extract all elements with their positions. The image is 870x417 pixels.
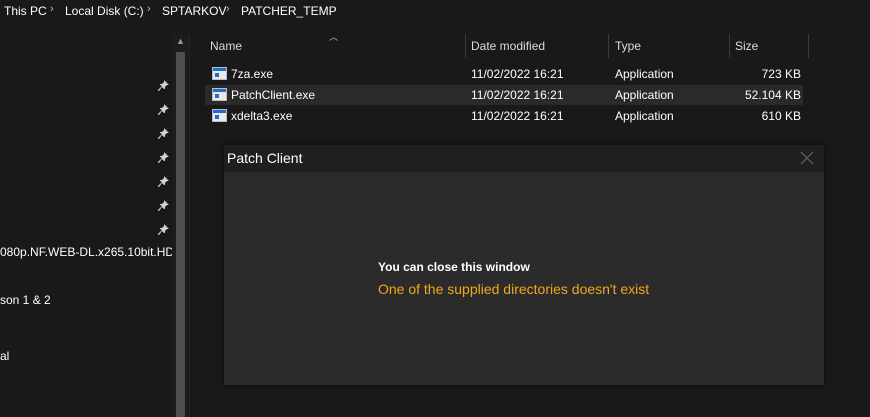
file-type: Application (615, 109, 674, 123)
dialog-titlebar[interactable]: Patch Client (224, 145, 824, 172)
column-divider[interactable] (808, 34, 809, 58)
sort-ascending-icon: ︿ (329, 32, 339, 42)
breadcrumb-this-pc[interactable]: This PC (4, 4, 47, 18)
breadcrumb-sptarkov[interactable]: SPTARKOV (162, 4, 226, 18)
file-name: PatchClient.exe (231, 88, 316, 102)
nav-item-folder[interactable]: al (0, 349, 172, 363)
column-header-name[interactable]: Name (210, 39, 242, 53)
file-date: 11/02/2022 16:21 (471, 88, 564, 102)
scrollbar-thumb[interactable] (176, 52, 185, 417)
breadcrumb-local-disk[interactable]: Local Disk (C:) (65, 4, 144, 18)
column-divider[interactable] (729, 34, 730, 58)
scroll-up-arrow-icon[interactable]: ▲ (176, 36, 185, 46)
file-size: 723 KB (761, 67, 801, 81)
breadcrumb-patcher-temp[interactable]: PATCHER_TEMP (241, 4, 337, 18)
dialog-title: Patch Client (227, 150, 303, 166)
pin-icon[interactable] (158, 152, 170, 164)
pin-icon[interactable] (158, 80, 170, 92)
navigation-pane: 080p.NF.WEB-DL.x265.10bit.HDR.D son 1 & … (0, 34, 190, 417)
file-size: 52.104 KB (744, 88, 801, 102)
chevron-right-icon[interactable]: › (50, 3, 54, 15)
breadcrumb: This PC › Local Disk (C:) › SPTARKOV › P… (0, 0, 870, 24)
column-header-type[interactable]: Type (615, 39, 641, 53)
table-row[interactable]: PatchClient.exe 11/02/2022 16:21 Applica… (205, 85, 803, 105)
nav-item-folder[interactable]: son 1 & 2 (0, 293, 172, 307)
pin-icon[interactable] (158, 128, 170, 140)
column-divider[interactable] (608, 34, 609, 58)
nav-scrollbar[interactable]: ▲ (172, 34, 189, 417)
pin-icon[interactable] (158, 200, 170, 212)
patch-client-dialog: Patch Client You can close this window O… (224, 145, 824, 385)
file-name: 7za.exe (231, 67, 274, 81)
pin-icon[interactable] (158, 104, 170, 116)
file-size: 610 KB (761, 109, 801, 123)
application-file-icon (212, 88, 227, 101)
file-type: Application (615, 67, 674, 81)
dialog-error-message: One of the supplied directories doesn't … (378, 281, 650, 297)
window-root: This PC › Local Disk (C:) › SPTARKOV › P… (0, 0, 870, 417)
close-icon[interactable] (798, 149, 816, 167)
nav-item-folder[interactable]: 080p.NF.WEB-DL.x265.10bit.HDR.D (0, 245, 172, 259)
column-header-size[interactable]: Size (735, 39, 758, 53)
dialog-primary-message: You can close this window (378, 260, 530, 274)
file-name: xdelta3.exe (231, 109, 293, 123)
pin-icon[interactable] (158, 224, 170, 236)
column-divider[interactable] (465, 34, 466, 58)
pin-icon[interactable] (158, 176, 170, 188)
chevron-right-icon[interactable]: › (147, 3, 151, 15)
column-header-date-modified[interactable]: Date modified (471, 39, 545, 53)
file-date: 11/02/2022 16:21 (471, 67, 564, 81)
file-date: 11/02/2022 16:21 (471, 109, 564, 123)
application-file-icon (212, 67, 227, 80)
application-file-icon (212, 109, 227, 122)
file-type: Application (615, 88, 674, 102)
chevron-right-icon[interactable]: › (226, 3, 230, 15)
table-row[interactable]: xdelta3.exe 11/02/2022 16:21 Application… (205, 106, 803, 126)
table-row[interactable]: 7za.exe 11/02/2022 16:21 Application 723… (205, 64, 803, 84)
